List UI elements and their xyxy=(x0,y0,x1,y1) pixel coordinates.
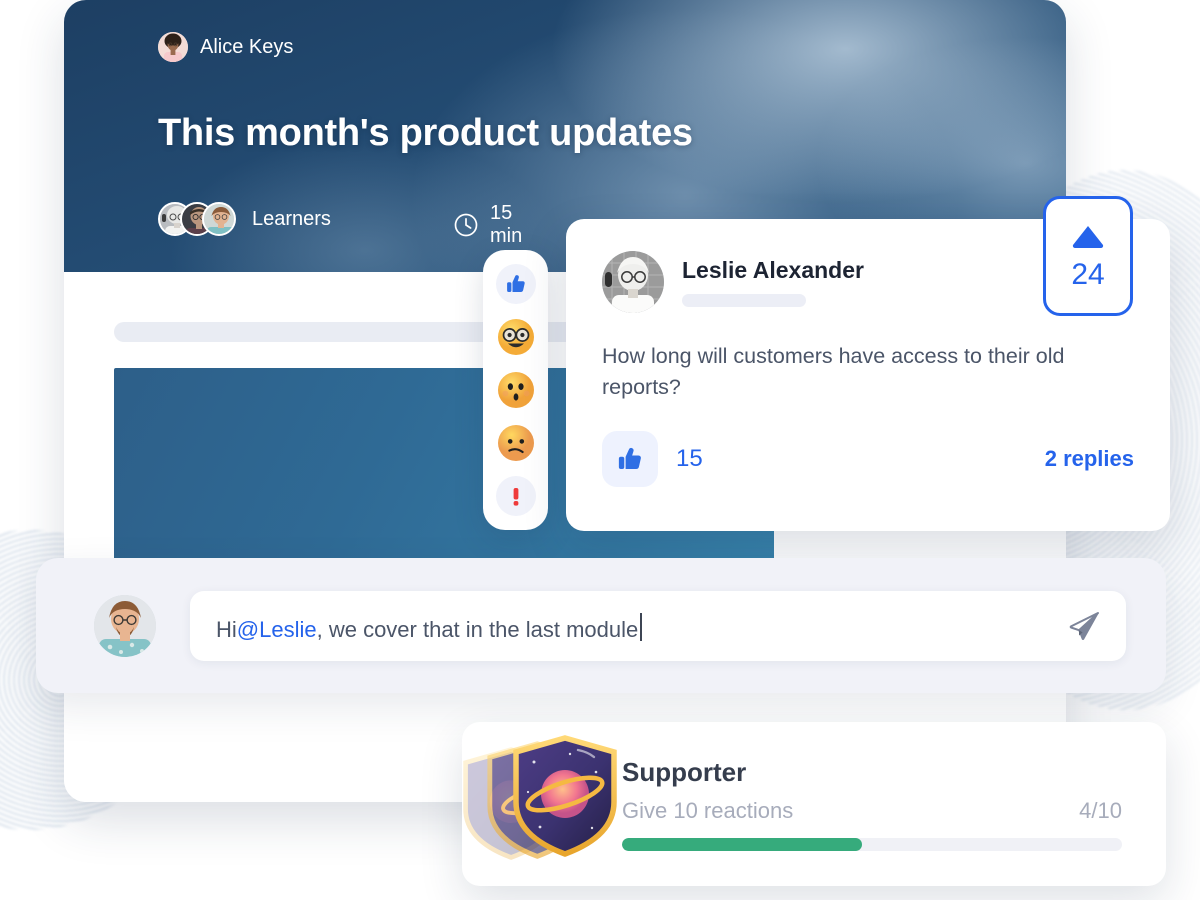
reaction-thumbs-up[interactable] xyxy=(495,264,536,304)
confused-face-emoji xyxy=(497,425,534,461)
avatar-current-user xyxy=(94,594,156,657)
achievement-description: Give 10 reactions xyxy=(622,798,794,823)
text-cursor xyxy=(640,612,643,641)
comment-mention: @Leslie xyxy=(236,616,317,642)
comment-input[interactable]: Hi @Leslie, we cover that in the last mo… xyxy=(190,590,1126,661)
reaction-confused-face[interactable] xyxy=(496,423,536,463)
course-author: Alice Keys xyxy=(158,32,293,62)
course-title: This month's product updates xyxy=(158,112,693,154)
achievement-count: 4/10 xyxy=(1079,798,1122,823)
shield-planet-badge xyxy=(452,728,632,878)
upvote-button[interactable]: 24 xyxy=(1043,196,1133,316)
duration-label: 15 min xyxy=(490,202,523,247)
reaction-nerd-face[interactable] xyxy=(496,317,536,357)
question-like-count: 15 xyxy=(676,445,703,472)
achievement-progress-row: Give 10 reactions 4/10 xyxy=(622,798,1122,824)
avatar-alice-keys xyxy=(158,32,188,62)
avatar-leslie-alexander xyxy=(602,251,664,313)
comment-prefix: Hi xyxy=(216,616,237,642)
reaction-picker[interactable] xyxy=(483,250,548,530)
question-like-button[interactable] xyxy=(602,431,658,487)
achievement-progress-fill xyxy=(622,838,862,851)
question-replies-link[interactable]: 2 replies xyxy=(1045,446,1134,472)
achievement-title: Supporter xyxy=(622,757,747,787)
learner-avatar-stack[interactable] xyxy=(158,202,236,236)
nerd-face-emoji xyxy=(497,319,534,355)
upvote-count: 24 xyxy=(1071,257,1105,291)
comment-text: Hi @Leslie, we cover that in the last mo… xyxy=(216,609,643,643)
reaction-exclamation[interactable] xyxy=(495,476,536,516)
send-paper-plane-icon xyxy=(1069,611,1099,640)
reaction-surprised-face[interactable] xyxy=(496,370,536,410)
achievement-text: Supporter Give 10 reactions 4/10 xyxy=(622,757,1122,851)
question-author-block: Leslie Alexander xyxy=(682,257,864,307)
comment-suffix: , we cover that in the last module xyxy=(316,616,639,642)
thumbs-up-icon xyxy=(506,275,525,293)
question-subtitle-skeleton xyxy=(682,294,806,307)
question-footer: 15 2 replies xyxy=(602,431,1134,487)
avatar-learner-3 xyxy=(202,202,236,236)
comment-composer: Hi @Leslie, we cover that in the last mo… xyxy=(36,558,1166,693)
exclamation-icon xyxy=(513,488,518,506)
learners-label: Learners xyxy=(252,207,331,230)
course-meta: Learners 15 min xyxy=(158,202,522,247)
achievement-progress-track xyxy=(622,838,1122,851)
surprised-face-emoji xyxy=(497,372,534,408)
achievement-card: Supporter Give 10 reactions 4/10 xyxy=(462,722,1166,886)
triangle-up-icon xyxy=(1070,223,1106,254)
thumbs-up-icon xyxy=(618,447,641,470)
question-author-name: Leslie Alexander xyxy=(682,257,864,283)
course-author-name: Alice Keys xyxy=(200,35,294,58)
clock-icon xyxy=(453,212,479,238)
course-duration: 15 min xyxy=(453,202,522,248)
question-text: How long will customers have access to t… xyxy=(602,344,1065,400)
screen-root: Alice Keys This month's product updates xyxy=(0,0,1200,900)
send-button[interactable] xyxy=(1066,610,1102,642)
